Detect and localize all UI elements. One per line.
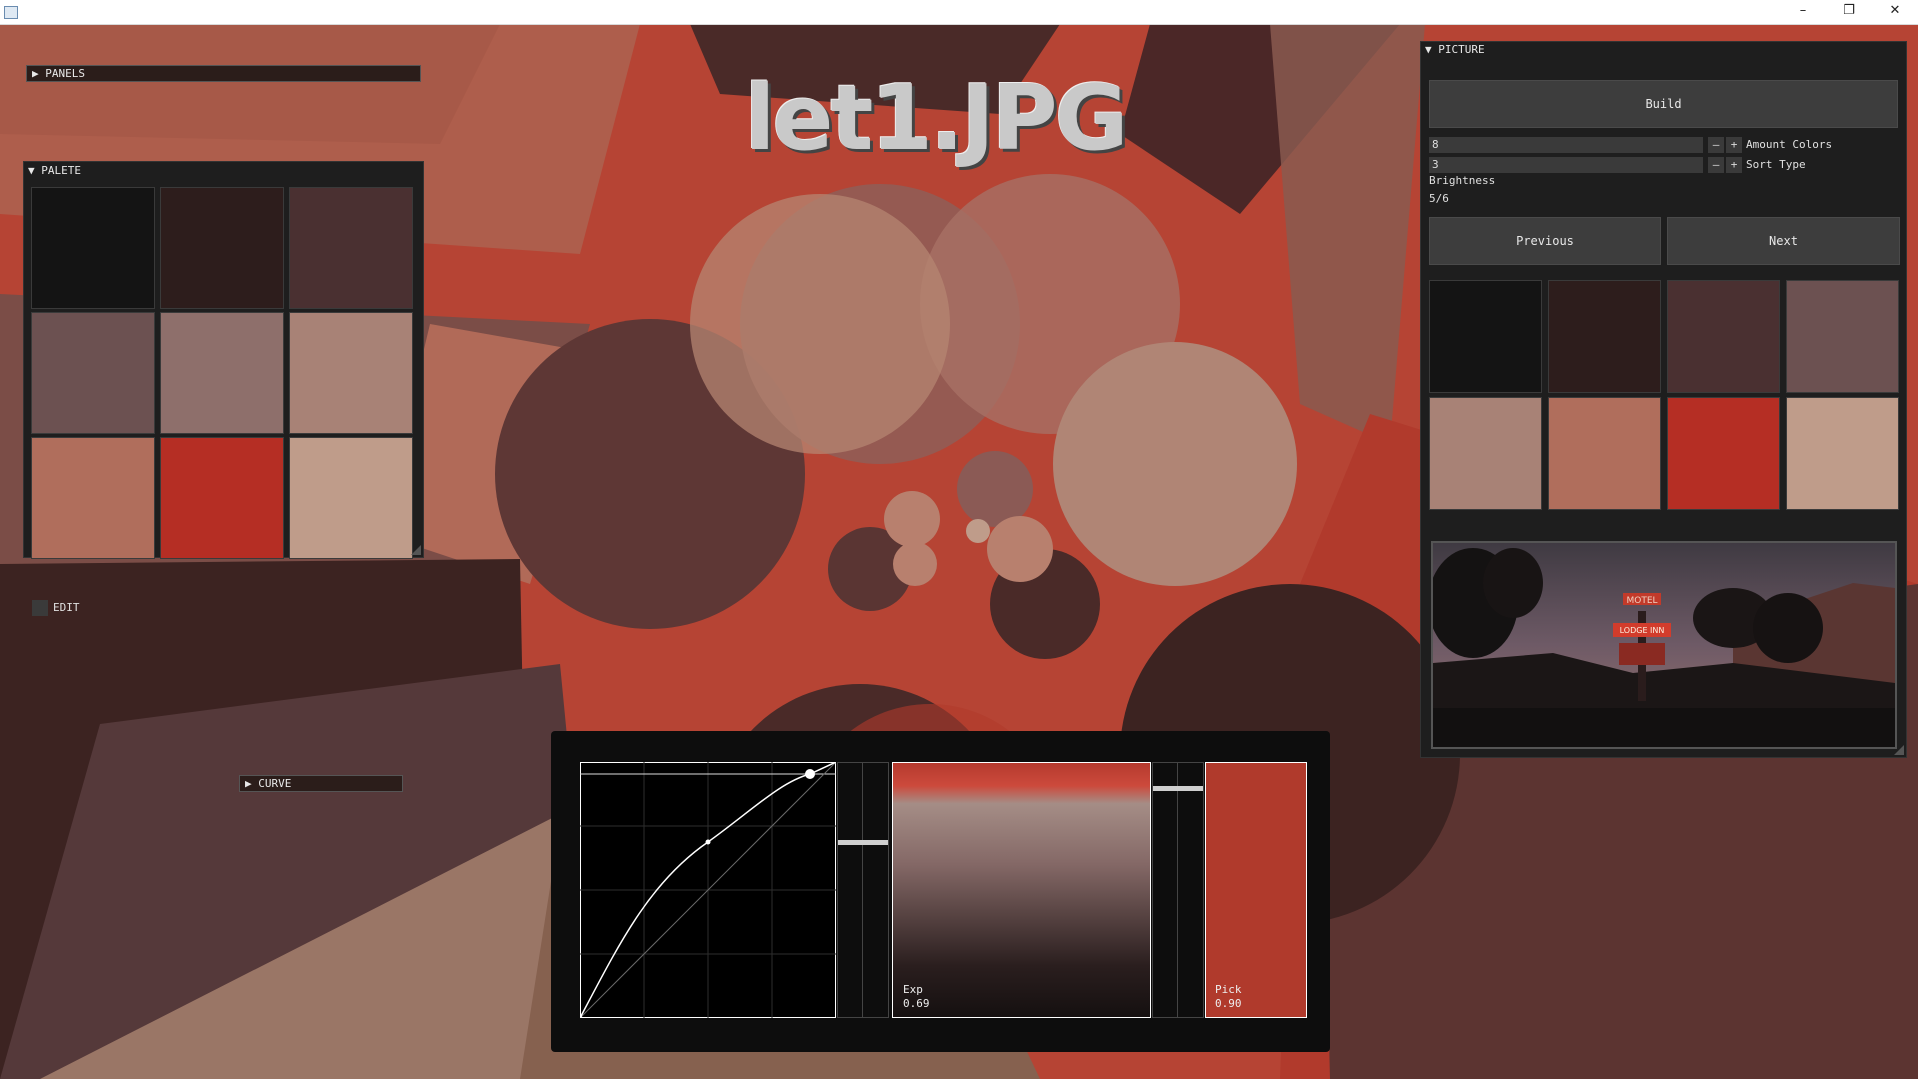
- image-title: let1.JPG: [744, 66, 1128, 171]
- photo-sign-text: MOTEL: [1626, 596, 1657, 606]
- picture-swatch[interactable]: [1786, 280, 1899, 393]
- close-button[interactable]: ✕: [1872, 0, 1918, 24]
- exp-label: Exp: [903, 983, 923, 996]
- palete-swatch[interactable]: [31, 437, 155, 559]
- pick-color-swatch[interactable]: Pick 0.90: [1205, 762, 1307, 1018]
- sort-type-label: Sort Type: [1746, 158, 1806, 171]
- next-button[interactable]: Next: [1667, 217, 1900, 265]
- picture-swatch[interactable]: [1548, 397, 1661, 510]
- sort-type-increment[interactable]: +: [1726, 157, 1742, 173]
- palete-header[interactable]: ▼ PALETE: [24, 163, 423, 179]
- sort-type-input[interactable]: 3: [1429, 157, 1703, 173]
- source-photo: MOTEL LODGE INN: [1431, 541, 1897, 749]
- amount-colors-input[interactable]: 8: [1429, 137, 1703, 153]
- palete-header-label: PALETE: [41, 164, 81, 177]
- curve-graph[interactable]: [580, 762, 836, 1018]
- palete-swatch[interactable]: [289, 312, 413, 434]
- palete-swatch[interactable]: [289, 187, 413, 309]
- palete-swatch[interactable]: [160, 437, 284, 559]
- resize-grip-icon[interactable]: [411, 545, 421, 555]
- amount-colors-label: Amount Colors: [1746, 138, 1833, 151]
- exp-value: 0.69: [903, 997, 930, 1010]
- sort-type-decrement[interactable]: –: [1708, 157, 1724, 173]
- brightness-label: Brightness: [1429, 174, 1496, 187]
- panels-header[interactable]: ▶ PANELS: [26, 65, 421, 82]
- picture-panel: ▼ PICTURE Build 8 – + Amount Colors 3 – …: [1420, 41, 1907, 758]
- pick-slider-track[interactable]: [1152, 762, 1204, 1018]
- palete-swatch[interactable]: [160, 312, 284, 434]
- minimize-button[interactable]: –: [1780, 0, 1826, 24]
- amount-colors-decrement[interactable]: –: [1708, 137, 1724, 153]
- render-canvas[interactable]: let1.JPG ▶ PANELS ▼ PALETE EDIT ▶ CURVE …: [0, 24, 1918, 1079]
- edit-checkbox[interactable]: [32, 600, 48, 616]
- picture-header[interactable]: ▼ PICTURE: [1421, 42, 1906, 58]
- maximize-button[interactable]: ❐: [1826, 0, 1872, 24]
- pick-value: 0.90: [1215, 997, 1242, 1010]
- picture-swatch[interactable]: [1548, 280, 1661, 393]
- pick-slider-handle[interactable]: [1153, 786, 1203, 791]
- curve-header-label: CURVE: [258, 777, 292, 790]
- curve-control-handle[interactable]: [805, 769, 815, 779]
- picture-swatch[interactable]: [1786, 397, 1899, 510]
- picture-swatch[interactable]: [1667, 280, 1780, 393]
- expand-arrow-icon: ▶: [32, 67, 46, 80]
- curve-header[interactable]: ▶ CURVE: [239, 775, 403, 792]
- amount-colors-increment[interactable]: +: [1726, 137, 1742, 153]
- slider-divider: [1177, 763, 1178, 1017]
- palete-swatch[interactable]: [160, 187, 284, 309]
- build-button[interactable]: Build: [1429, 80, 1898, 128]
- curve-editor: Exp 0.69 Pick 0.90: [551, 731, 1330, 1052]
- picture-swatch[interactable]: [1667, 397, 1780, 510]
- previous-button[interactable]: Previous: [1429, 217, 1661, 265]
- pick-label: Pick: [1215, 983, 1242, 996]
- exposure-slider-track[interactable]: [837, 762, 889, 1018]
- panels-header-label: PANELS: [45, 67, 85, 80]
- page-indicator: 5/6: [1429, 192, 1449, 205]
- photo-sign-text-2: LODGE INN: [1620, 626, 1665, 635]
- palete-swatch[interactable]: [31, 187, 155, 309]
- picture-swatch[interactable]: [1429, 280, 1542, 393]
- picture-header-label: PICTURE: [1438, 43, 1485, 56]
- window-titlebar: – ❐ ✕: [0, 0, 1918, 25]
- resize-grip-icon[interactable]: [1894, 745, 1904, 755]
- slider-divider: [862, 763, 863, 1017]
- exposure-gradient[interactable]: Exp 0.69: [892, 762, 1151, 1018]
- palete-panel: ▼ PALETE EDIT: [23, 161, 424, 616]
- palete-swatch[interactable]: [289, 437, 413, 559]
- collapse-arrow-icon: ▼: [28, 164, 42, 177]
- edit-label: EDIT: [53, 601, 80, 614]
- picture-swatch[interactable]: [1429, 397, 1542, 510]
- expand-arrow-icon: ▶: [245, 777, 259, 790]
- curve-control-point[interactable]: [705, 839, 711, 845]
- exposure-slider-handle[interactable]: [838, 840, 888, 845]
- app-icon: [4, 6, 18, 19]
- collapse-arrow-icon: ▼: [1425, 43, 1439, 56]
- palete-swatch[interactable]: [31, 312, 155, 434]
